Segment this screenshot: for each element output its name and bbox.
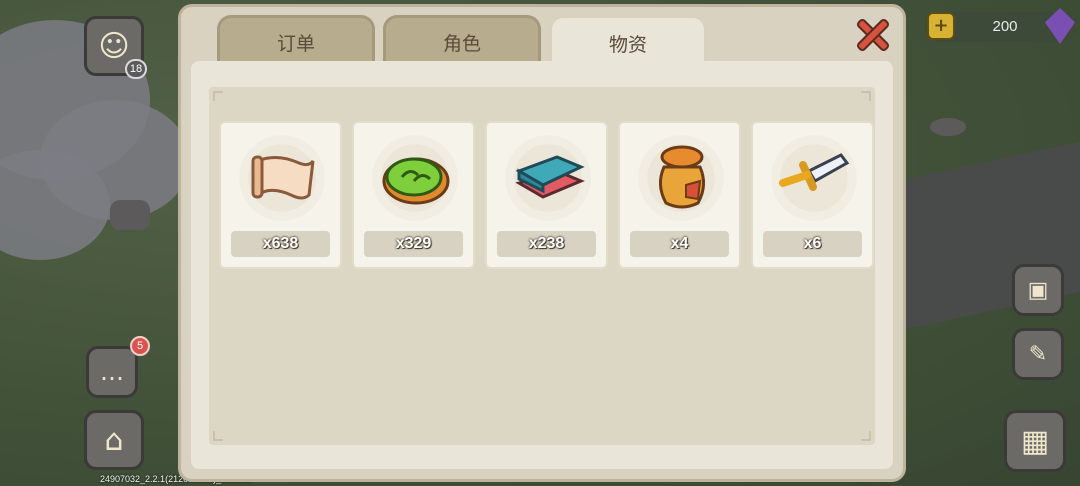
item-quantity: x329 [364,231,463,257]
tab-label: 物资 [608,34,647,56]
corner-ornament [861,91,871,101]
item-quantity: x4 [630,231,729,257]
scroll-book-icon: ✎ [1028,341,1048,367]
book-button[interactable]: ▣ [1012,264,1064,316]
scroll-icon [251,155,315,200]
chat-button[interactable]: … [86,346,138,398]
profile-button[interactable]: ☺ 18 [84,16,147,79]
tab-label: 角色 [442,33,481,55]
item-card-vegetable[interactable]: x329 [352,121,475,269]
house-icon: ⌂ [104,422,124,458]
jar-icon [659,145,705,209]
close-button[interactable] [853,15,893,55]
tab-label: 订单 [276,33,315,55]
add-currency-button[interactable]: + [927,12,955,40]
tab-characters[interactable]: 角色 [383,15,541,67]
corner-ornament [861,431,871,441]
item-card-cloth[interactable]: x238 [485,121,608,269]
corner-ornament [213,431,223,441]
guide-button[interactable]: ✎ [1012,328,1064,380]
book-icon: ▣ [1027,277,1049,303]
avatar-icon: ☺ [98,28,130,64]
level-badge: 18 [125,59,147,79]
item-quantity: x6 [763,231,862,257]
chat-notification-badge: 5 [130,336,150,356]
item-card-scroll[interactable]: x638 [219,121,342,269]
inventory-modal: 订单 角色 物资 x638 x329 x238 x4 x6 [178,4,906,482]
currency-display: + 200 [925,8,1075,44]
item-card-sword[interactable]: x6 [751,121,874,269]
home-button[interactable]: ⌂ [84,410,144,470]
tab-orders[interactable]: 订单 [217,15,375,67]
chat-bubble-icon: … [100,358,124,386]
corner-ornament [213,91,223,101]
item-quantity: x238 [497,231,596,257]
treasure-chest-icon: ▦ [1020,423,1050,459]
item-quantity: x638 [231,231,330,257]
item-card-jar[interactable]: x4 [618,121,741,269]
sword-icon [779,153,850,191]
currency-value: 200 [992,18,1018,35]
item-grid: x638 x329 x238 x4 x6 [219,121,874,269]
cloth-bolt-icon [515,155,585,199]
leaf-vegetable-icon [382,157,450,205]
treasure-button[interactable]: ▦ [1004,410,1066,472]
